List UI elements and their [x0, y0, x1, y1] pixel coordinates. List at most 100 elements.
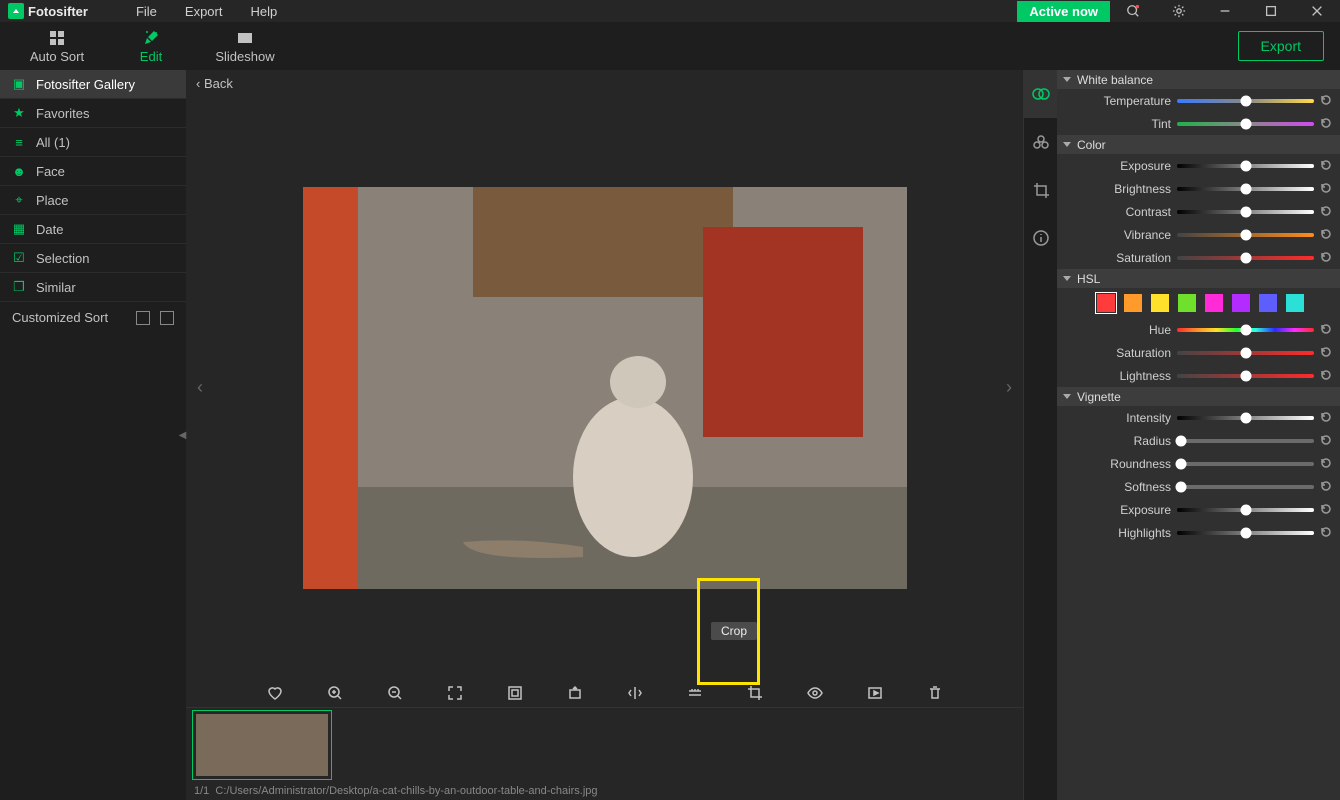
sidebar-item-date[interactable]: ▦ Date [0, 215, 186, 244]
actual-size-button[interactable] [505, 683, 525, 703]
check-icon: ☑ [12, 251, 26, 265]
flip-button[interactable] [625, 683, 645, 703]
reset-icon[interactable] [1320, 346, 1334, 360]
reset-icon[interactable] [1320, 480, 1334, 494]
zoom-out-button[interactable] [385, 683, 405, 703]
highlights-slider[interactable] [1177, 531, 1314, 535]
update-icon[interactable] [1110, 0, 1156, 22]
sidebar-item-all[interactable]: ≡All (1) [0, 128, 186, 157]
straighten-button[interactable] [685, 683, 705, 703]
hsl-swatch[interactable] [1178, 294, 1196, 312]
reset-icon[interactable] [1320, 117, 1334, 131]
minimize-icon[interactable] [1202, 0, 1248, 22]
reset-icon[interactable] [1320, 323, 1334, 337]
sidebar-item-label: Fotosifter Gallery [36, 77, 135, 92]
menu-file[interactable]: File [136, 4, 157, 19]
reset-icon[interactable] [1320, 205, 1334, 219]
calendar-icon: ▦ [12, 222, 26, 236]
reset-icon[interactable] [1320, 434, 1334, 448]
hsl-swatch[interactable] [1286, 294, 1304, 312]
softness-slider[interactable] [1177, 485, 1314, 489]
exposure-slider[interactable] [1177, 164, 1314, 168]
preview-button[interactable] [805, 683, 825, 703]
group-hsl[interactable]: HSL [1057, 269, 1340, 288]
reset-icon[interactable] [1320, 369, 1334, 383]
sidebar-item-favorites[interactable]: ★Favorites [0, 99, 186, 128]
hsl-swatch[interactable] [1151, 294, 1169, 312]
fit-button[interactable] [445, 683, 465, 703]
reset-icon[interactable] [1320, 503, 1334, 517]
next-photo-button[interactable]: › [999, 373, 1019, 403]
close-icon[interactable] [1294, 0, 1340, 22]
back-button[interactable]: ‹ Back [186, 70, 1023, 97]
active-now-badge[interactable]: Active now [1017, 1, 1110, 22]
hsl-swatch[interactable] [1232, 294, 1250, 312]
sidebar-item-label: Date [36, 222, 63, 237]
vtab-crop[interactable] [1024, 166, 1057, 214]
sidebar-item-place[interactable]: ⌖Place [0, 186, 186, 215]
clear-icon[interactable] [160, 311, 174, 325]
reset-icon[interactable] [1320, 251, 1334, 265]
hsl-swatch[interactable] [1259, 294, 1277, 312]
hsl-swatch[interactable] [1205, 294, 1223, 312]
menu-help[interactable]: Help [250, 4, 277, 19]
contrast-slider[interactable] [1177, 210, 1314, 214]
new-folder-icon[interactable] [136, 311, 150, 325]
rotate-button[interactable] [565, 683, 585, 703]
play-slideshow-button[interactable] [865, 683, 885, 703]
sidebar-item-label: Selection [36, 251, 89, 266]
viewer: ‹ Back ◀ ‹ › [186, 70, 1023, 800]
collapse-sidebar-handle[interactable]: ◀ [179, 415, 186, 455]
roundness-slider[interactable] [1177, 462, 1314, 466]
reset-icon[interactable] [1320, 457, 1334, 471]
reset-icon[interactable] [1320, 411, 1334, 425]
tab-auto-sort[interactable]: Auto Sort [10, 29, 104, 64]
vignette-exposure-slider[interactable] [1177, 508, 1314, 512]
sidebar-item-label: Place [36, 193, 69, 208]
saturation-slider[interactable] [1177, 256, 1314, 260]
maximize-icon[interactable] [1248, 0, 1294, 22]
tab-label: Auto Sort [30, 49, 84, 64]
tint-slider[interactable] [1177, 122, 1314, 126]
reset-icon[interactable] [1320, 526, 1334, 540]
hsl-swatch[interactable] [1124, 294, 1142, 312]
hsl-saturation-slider[interactable] [1177, 351, 1314, 355]
hsl-swatches [1057, 288, 1340, 318]
menu-export[interactable]: Export [185, 4, 223, 19]
sidebar-item-similar[interactable]: ❐ Similar [0, 273, 186, 302]
delete-button[interactable] [925, 683, 945, 703]
temperature-slider[interactable] [1177, 99, 1314, 103]
vtab-info[interactable] [1024, 214, 1057, 262]
group-white-balance[interactable]: White balance [1057, 70, 1340, 89]
radius-slider[interactable] [1177, 439, 1314, 443]
thumbnail[interactable] [192, 710, 332, 780]
copy-icon: ❐ [12, 280, 26, 294]
favorite-button[interactable] [265, 683, 285, 703]
lightness-slider[interactable] [1177, 374, 1314, 378]
sidebar-item-gallery[interactable]: ▣Fotosifter Gallery [0, 70, 186, 99]
intensity-slider[interactable] [1177, 416, 1314, 420]
tab-edit[interactable]: Edit [104, 29, 198, 64]
gear-icon[interactable] [1156, 0, 1202, 22]
reset-icon[interactable] [1320, 182, 1334, 196]
brightness-slider[interactable] [1177, 187, 1314, 191]
vtab-adjust[interactable] [1024, 70, 1057, 118]
crop-button[interactable] [745, 683, 765, 703]
reset-icon[interactable] [1320, 94, 1334, 108]
group-vignette[interactable]: Vignette [1057, 387, 1340, 406]
zoom-in-button[interactable] [325, 683, 345, 703]
vtab-effects[interactable] [1024, 118, 1057, 166]
photo-canvas[interactable] [303, 187, 907, 589]
vibrance-slider[interactable] [1177, 233, 1314, 237]
sidebar-item-face[interactable]: ☻Face [0, 157, 186, 186]
hue-slider[interactable] [1177, 328, 1314, 332]
hsl-swatch[interactable] [1097, 294, 1115, 312]
sidebar-item-label: Similar [36, 280, 76, 295]
sidebar-item-selection[interactable]: ☑ Selection [0, 244, 186, 273]
tab-slideshow[interactable]: Slideshow [198, 29, 292, 64]
reset-icon[interactable] [1320, 228, 1334, 242]
prev-photo-button[interactable]: ‹ [190, 373, 210, 403]
group-color[interactable]: Color [1057, 135, 1340, 154]
reset-icon[interactable] [1320, 159, 1334, 173]
export-button[interactable]: Export [1238, 31, 1324, 61]
